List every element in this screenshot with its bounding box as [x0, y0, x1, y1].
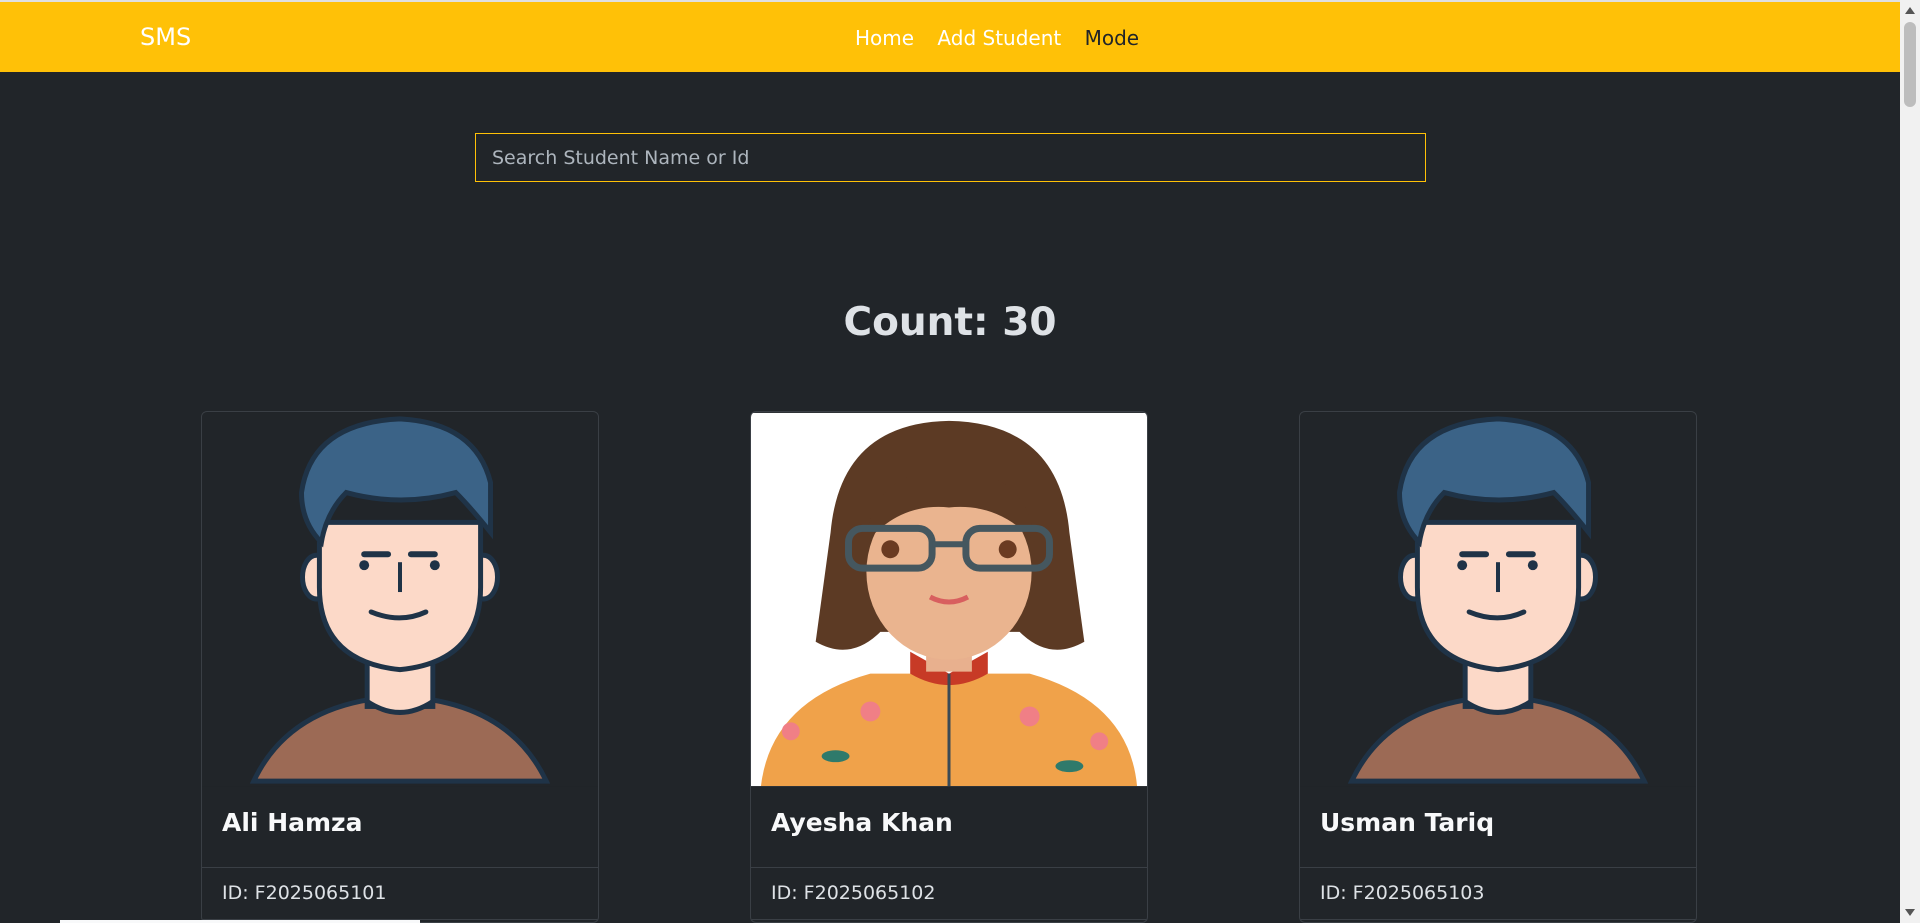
brand-logo[interactable]: SMS [140, 23, 191, 51]
vertical-scrollbar[interactable] [1900, 0, 1920, 923]
student-id: ID: F2025065102 [771, 882, 936, 904]
scroll-down-arrow-icon[interactable] [1905, 909, 1915, 916]
card-divider [1300, 919, 1696, 920]
male-avatar-icon [202, 412, 598, 787]
card-divider [202, 867, 598, 868]
student-name: Ali Hamza [222, 808, 363, 837]
nav-add-student-link[interactable]: Add Student [937, 26, 1061, 50]
card-divider [751, 919, 1147, 920]
student-card[interactable]: Usman Tariq ID: F2025065103 [1299, 411, 1697, 923]
student-name: Ayesha Khan [771, 808, 953, 837]
student-id: ID: F2025065101 [222, 882, 387, 904]
student-card[interactable]: Ali Hamza ID: F2025065101 [201, 411, 599, 923]
male-avatar-icon [1300, 412, 1696, 787]
female-avatar-icon [751, 412, 1147, 787]
scroll-up-arrow-icon[interactable] [1905, 7, 1915, 14]
navbar: SMS Home Add Student Mode [0, 0, 1900, 72]
student-name: Usman Tariq [1320, 808, 1495, 837]
search-input[interactable] [475, 133, 1426, 182]
card-divider [751, 867, 1147, 868]
student-card[interactable]: Ayesha Khan ID: F2025065102 [750, 411, 1148, 923]
scrollbar-thumb[interactable] [1904, 22, 1916, 107]
nav-home-link[interactable]: Home [855, 26, 914, 50]
nav-mode-link[interactable]: Mode [1085, 26, 1140, 50]
student-count: Count: 30 [843, 300, 1057, 345]
nav-links: Home Add Student Mode [855, 26, 1156, 50]
card-divider [1300, 867, 1696, 868]
student-id: ID: F2025065103 [1320, 882, 1485, 904]
